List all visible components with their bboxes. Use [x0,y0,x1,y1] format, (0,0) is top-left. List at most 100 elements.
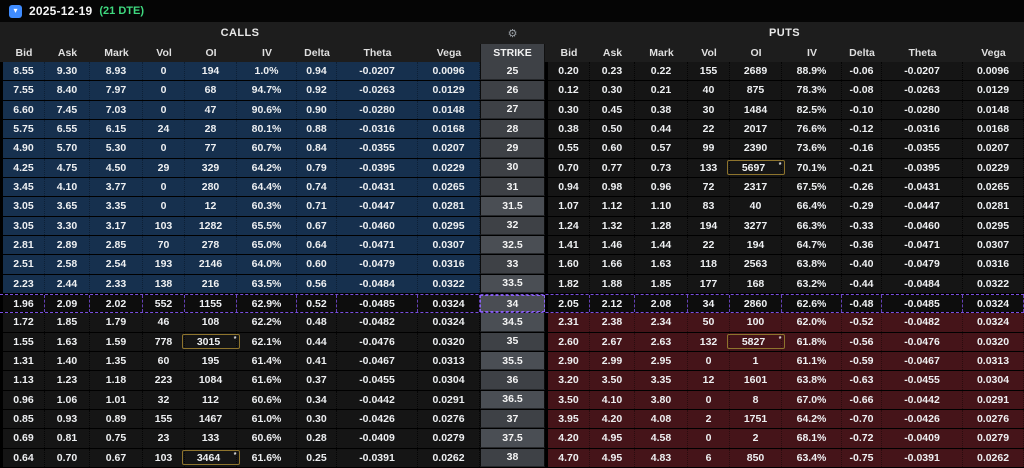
put-iv-cell[interactable]: 62.0% [782,313,842,332]
put-theta-cell[interactable]: -0.0447 [882,197,963,216]
put-mark-cell[interactable]: 0.96 [635,177,688,197]
put-ask-cell[interactable]: 4.20 [590,409,635,429]
put-delta-cell[interactable]: -0.52 [842,313,882,332]
call-ask-cell[interactable]: 1.23 [45,371,90,390]
strike-cell[interactable]: 35 [480,332,545,351]
call-ask-cell[interactable]: 1.63 [45,332,90,351]
call-bid-cell[interactable]: 0.85 [3,409,45,429]
put-theta-cell[interactable]: -0.0431 [882,177,963,197]
call-bid-cell[interactable]: 3.45 [3,177,45,197]
put-vol-cell[interactable]: 2 [688,409,730,429]
put-vol-column-header[interactable]: Vol [688,44,730,62]
put-vega-cell[interactable]: 0.0304 [963,371,1024,390]
strike-cell[interactable]: 34 [480,294,545,313]
put-delta-cell[interactable]: -0.16 [842,139,882,158]
call-mark-cell[interactable]: 2.54 [90,255,143,274]
call-vol-cell[interactable]: 155 [143,409,185,429]
put-ask-cell[interactable]: 0.45 [590,100,635,119]
call-oi-cell[interactable]: 68 [185,81,237,100]
call-bid-cell[interactable]: 1.31 [3,351,45,371]
put-theta-cell[interactable]: -0.0460 [882,216,963,235]
call-vol-cell[interactable]: 0 [143,100,185,119]
put-vega-cell[interactable]: 0.0148 [963,100,1024,119]
put-oi-cell[interactable]: 168 [730,274,782,293]
call-vega-cell[interactable]: 0.0320 [418,332,480,351]
put-iv-cell[interactable]: 88.9% [782,62,842,81]
call-bid-cell[interactable]: 1.55 [3,332,45,351]
put-oi-cell[interactable]: 100 [730,313,782,332]
put-vol-cell[interactable]: 72 [688,177,730,197]
call-bid-cell[interactable]: 0.96 [3,390,45,409]
put-delta-cell[interactable]: -0.08 [842,81,882,100]
call-bid-cell[interactable]: 8.55 [3,62,45,81]
call-delta-cell[interactable]: 0.48 [297,313,337,332]
call-theta-cell[interactable]: -0.0484 [337,274,418,293]
call-mark-cell[interactable]: 5.30 [90,139,143,158]
put-bid-column-header[interactable]: Bid [548,44,590,62]
put-theta-cell[interactable]: -0.0263 [882,81,963,100]
call-delta-cell[interactable]: 0.60 [297,255,337,274]
call-bid-cell[interactable]: 6.60 [3,100,45,119]
call-mark-cell[interactable]: 1.59 [90,332,143,351]
put-theta-cell[interactable]: -0.0409 [882,429,963,448]
call-vega-cell[interactable]: 0.0096 [418,62,480,81]
call-bid-cell[interactable]: 1.72 [3,313,45,332]
put-delta-cell[interactable]: -0.48 [842,294,882,313]
put-bid-cell[interactable]: 3.50 [548,390,590,409]
put-oi-cell[interactable]: 8 [730,390,782,409]
call-mark-cell[interactable]: 0.89 [90,409,143,429]
put-vega-cell[interactable]: 0.0324 [963,313,1024,332]
put-ask-cell[interactable]: 0.60 [590,139,635,158]
put-oi-cell[interactable]: 1751 [730,409,782,429]
put-ask-cell[interactable]: 3.50 [590,371,635,390]
call-iv-cell[interactable]: 64.4% [237,177,297,197]
put-theta-cell[interactable]: -0.0207 [882,62,963,81]
put-vol-cell[interactable]: 40 [688,81,730,100]
put-delta-cell[interactable]: -0.72 [842,429,882,448]
put-mark-cell[interactable]: 4.58 [635,429,688,448]
put-theta-cell[interactable]: -0.0391 [882,448,963,467]
call-oi-cell[interactable]: 1084 [185,371,237,390]
call-delta-cell[interactable]: 0.56 [297,274,337,293]
put-ask-column-header[interactable]: Ask [590,44,635,62]
call-iv-cell[interactable]: 61.6% [237,371,297,390]
call-ask-cell[interactable]: 1.85 [45,313,90,332]
call-vol-column-header[interactable]: Vol [143,44,185,62]
strike-cell[interactable]: 37 [480,409,545,429]
call-theta-cell[interactable]: -0.0395 [337,158,418,177]
call-delta-cell[interactable]: 0.28 [297,429,337,448]
put-bid-cell[interactable]: 1.24 [548,216,590,235]
put-oi-cell[interactable]: 2 [730,429,782,448]
call-vol-cell[interactable]: 46 [143,313,185,332]
put-theta-cell[interactable]: -0.0484 [882,274,963,293]
strike-cell[interactable]: 32 [480,216,545,235]
put-mark-cell[interactable]: 0.73 [635,158,688,177]
call-iv-cell[interactable]: 60.3% [237,197,297,216]
call-ask-cell[interactable]: 3.30 [45,216,90,235]
call-theta-cell[interactable]: -0.0482 [337,313,418,332]
put-iv-cell[interactable]: 61.8% [782,332,842,351]
call-iv-cell[interactable]: 80.1% [237,119,297,139]
put-vega-cell[interactable]: 0.0276 [963,409,1024,429]
strike-cell[interactable]: 31 [480,177,545,197]
put-bid-cell[interactable]: 0.30 [548,100,590,119]
put-iv-cell[interactable]: 66.4% [782,197,842,216]
call-vega-cell[interactable]: 0.0313 [418,351,480,371]
put-theta-cell[interactable]: -0.0485 [882,294,963,313]
call-oi-cell[interactable]: 3464 * [181,448,240,467]
call-bid-cell[interactable]: 0.69 [3,429,45,448]
call-bid-cell[interactable]: 4.25 [3,158,45,177]
call-vega-cell[interactable]: 0.0281 [418,197,480,216]
call-oi-cell[interactable]: 280 [185,177,237,197]
put-delta-cell[interactable]: -0.26 [842,177,882,197]
call-bid-cell[interactable]: 2.81 [3,235,45,255]
put-theta-cell[interactable]: -0.0471 [882,235,963,255]
call-ask-cell[interactable]: 4.10 [45,177,90,197]
call-vega-cell[interactable]: 0.0295 [418,216,480,235]
put-ask-cell[interactable]: 1.66 [590,255,635,274]
put-mark-cell[interactable]: 2.08 [635,294,688,313]
strike-cell[interactable]: 29 [480,139,545,158]
call-vol-cell[interactable]: 103 [143,448,185,467]
put-vega-cell[interactable]: 0.0307 [963,235,1024,255]
call-theta-cell[interactable]: -0.0485 [337,294,418,313]
